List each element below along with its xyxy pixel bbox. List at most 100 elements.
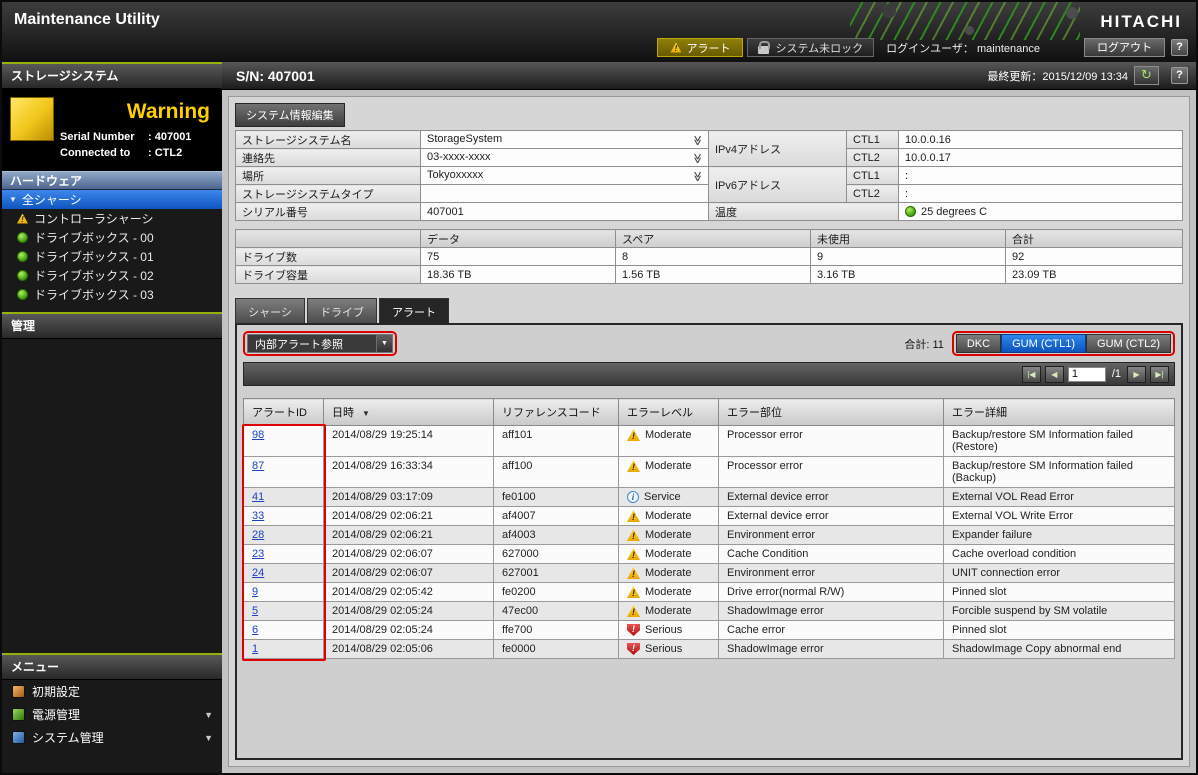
page-last-icon[interactable]: ▶| [1150, 366, 1169, 383]
page-number-input[interactable] [1068, 367, 1106, 382]
help-button[interactable]: ? [1171, 39, 1188, 56]
alert-datetime: 2014/08/29 03:17:09 [324, 488, 494, 507]
alert-refcode: fe0000 [494, 640, 619, 659]
moderate-icon [627, 605, 640, 617]
main-area: S/N: 407001 最終更新：2015/12/09 13:34 ↻ ? シス… [222, 62, 1196, 773]
sidebar-item-drive-box-03[interactable]: ドライブボックス - 03 [2, 285, 222, 304]
sidebar-item-label: ドライブボックス - 02 [34, 267, 154, 284]
normal-status-icon [905, 206, 916, 217]
serious-icon [627, 643, 640, 655]
logout-button[interactable]: ログアウト [1084, 38, 1165, 57]
serial-value: 407001 [421, 203, 709, 221]
tab-drive[interactable]: ドライブ [307, 298, 377, 323]
tab-alert[interactable]: アラート [379, 298, 449, 323]
internal-alert-dropdown[interactable]: 内部アラート参照 ▼ [247, 334, 393, 353]
help-button[interactable]: ? [1171, 67, 1188, 84]
contact-value: 03-xxxx-xxxx≫ [421, 149, 709, 167]
alert-datetime: 2014/08/29 02:05:06 [324, 640, 494, 659]
decorative-dot [1066, 7, 1078, 19]
drive-count-spare: 8 [616, 248, 811, 266]
connected-to-value: : CTL2 [148, 147, 182, 159]
alert-part: Processor error [719, 426, 944, 457]
alert-refcode: af4007 [494, 507, 619, 526]
alert-id-link[interactable]: 24 [252, 567, 264, 579]
contact-label: 連絡先 [236, 149, 421, 167]
sidebar-spacer [2, 339, 222, 653]
expand-chevron-icon[interactable]: ≫ [691, 171, 702, 181]
menu-item-system-management[interactable]: システム管理 ▼ [2, 726, 222, 749]
login-user-label: ログインユーザ： [886, 43, 974, 55]
column-header-detail[interactable]: エラー詳細 [944, 399, 1175, 426]
storage-name-label: ストレージシステム名 [236, 131, 421, 149]
storage-type-label: ストレージシステムタイプ [236, 185, 421, 203]
page-prev-icon[interactable]: ◀ [1045, 366, 1064, 383]
storage-system-header: ストレージシステム [2, 62, 222, 89]
moderate-icon [627, 529, 640, 541]
alert-level: Moderate [645, 567, 691, 579]
table-row: 98 2014/08/29 19:25:14 aff101 Moderate P… [244, 426, 1175, 457]
warning-icon [17, 214, 28, 224]
menu-item-power-management[interactable]: 電源管理 ▼ [2, 703, 222, 726]
alert-id-link[interactable]: 28 [252, 529, 264, 541]
column-header-alert-id[interactable]: アラートID [244, 399, 324, 426]
source-button-gum-ctl2[interactable]: GUM (CTL2) [1086, 334, 1171, 353]
alert-id-link[interactable]: 9 [252, 586, 258, 598]
alert-detail: Backup/restore SM Information failed (Ba… [944, 457, 1175, 488]
system-info-table: ストレージシステム名 StorageSystem≫ IPv4アドレス CTL1 … [235, 130, 1183, 221]
alert-level: Service [644, 491, 681, 503]
ctl2-label: CTL2 [847, 185, 899, 203]
tab-chassis[interactable]: シャーシ [235, 298, 305, 323]
column-header-refcode[interactable]: リファレンスコード [494, 399, 619, 426]
expand-chevron-icon[interactable]: ≫ [691, 135, 702, 145]
page-first-icon[interactable]: |◀ [1022, 366, 1041, 383]
alert-button[interactable]: アラート [657, 38, 743, 57]
temperature-label: 温度 [709, 203, 899, 221]
chevron-down-icon: ▼ [204, 733, 213, 743]
column-header-data: データ [421, 230, 616, 248]
alert-id-link[interactable]: 6 [252, 624, 258, 636]
alert-level: Serious [645, 624, 682, 636]
serial-number-bar: S/N: 407001 最終更新：2015/12/09 13:34 ↻ ? [222, 62, 1196, 90]
menu-item-initial-settings[interactable]: 初期設定 [2, 680, 222, 703]
alert-id-link[interactable]: 41 [252, 491, 264, 503]
alert-detail: External VOL Read Error [944, 488, 1175, 507]
sidebar-item-controller-chassis[interactable]: コントローラシャーシ [2, 209, 222, 228]
storage-name-text: StorageSystem [427, 133, 502, 145]
refresh-button[interactable]: ↻ [1134, 66, 1159, 85]
alert-refcode: ffe700 [494, 621, 619, 640]
column-header-datetime[interactable]: 日時▼ [324, 399, 494, 426]
alert-id-link[interactable]: 1 [252, 643, 258, 655]
sidebar-item-drive-box-02[interactable]: ドライブボックス - 02 [2, 266, 222, 285]
table-row: 23 2014/08/29 02:06:07 627000 Moderate C… [244, 545, 1175, 564]
alert-id-link[interactable]: 33 [252, 510, 264, 522]
column-header-level[interactable]: エラーレベル [619, 399, 719, 426]
page-next-icon[interactable]: ▶ [1127, 366, 1146, 383]
alert-id-link[interactable]: 98 [252, 429, 264, 441]
sidebar-item-drive-box-00[interactable]: ドライブボックス - 00 [2, 228, 222, 247]
sidebar-item-all-chassis[interactable]: ▼ 全シャーシ [2, 190, 222, 209]
alert-detail: Backup/restore SM Information failed (Re… [944, 426, 1175, 457]
warning-icon [670, 43, 681, 53]
source-button-dkc[interactable]: DKC [956, 334, 1001, 353]
sidebar-item-drive-box-01[interactable]: ドライブボックス - 01 [2, 247, 222, 266]
system-lock-status-button[interactable]: システム未ロック [747, 38, 874, 57]
alert-id-link[interactable]: 23 [252, 548, 264, 560]
alert-refcode: fe0100 [494, 488, 619, 507]
alert-table: アラートID 日時▼ リファレンスコード エラーレベル エラー部位 エラー詳細 … [243, 398, 1175, 659]
alert-table-header-row: アラートID 日時▼ リファレンスコード エラーレベル エラー部位 エラー詳細 [244, 399, 1175, 426]
expand-chevron-icon[interactable]: ≫ [691, 153, 702, 163]
alert-detail: Pinned slot [944, 621, 1175, 640]
alert-id-link[interactable]: 87 [252, 460, 264, 472]
power-management-icon [12, 708, 25, 721]
source-button-gum-ctl1[interactable]: GUM (CTL1) [1001, 334, 1086, 353]
edit-system-info-button[interactable]: システム情報編集 [235, 103, 345, 127]
pagination-bar: |◀ ◀ /1 ▶ ▶| [243, 362, 1175, 386]
column-header-part[interactable]: エラー部位 [719, 399, 944, 426]
ipv4-ctl1-value: 10.0.0.16 [899, 131, 1183, 149]
location-text: Tokyoxxxxx [427, 169, 483, 181]
ctl1-label: CTL1 [847, 131, 899, 149]
menu-section-header: メニュー [2, 653, 222, 680]
moderate-icon [627, 510, 640, 522]
alert-refcode: af4003 [494, 526, 619, 545]
alert-id-link[interactable]: 5 [252, 605, 258, 617]
